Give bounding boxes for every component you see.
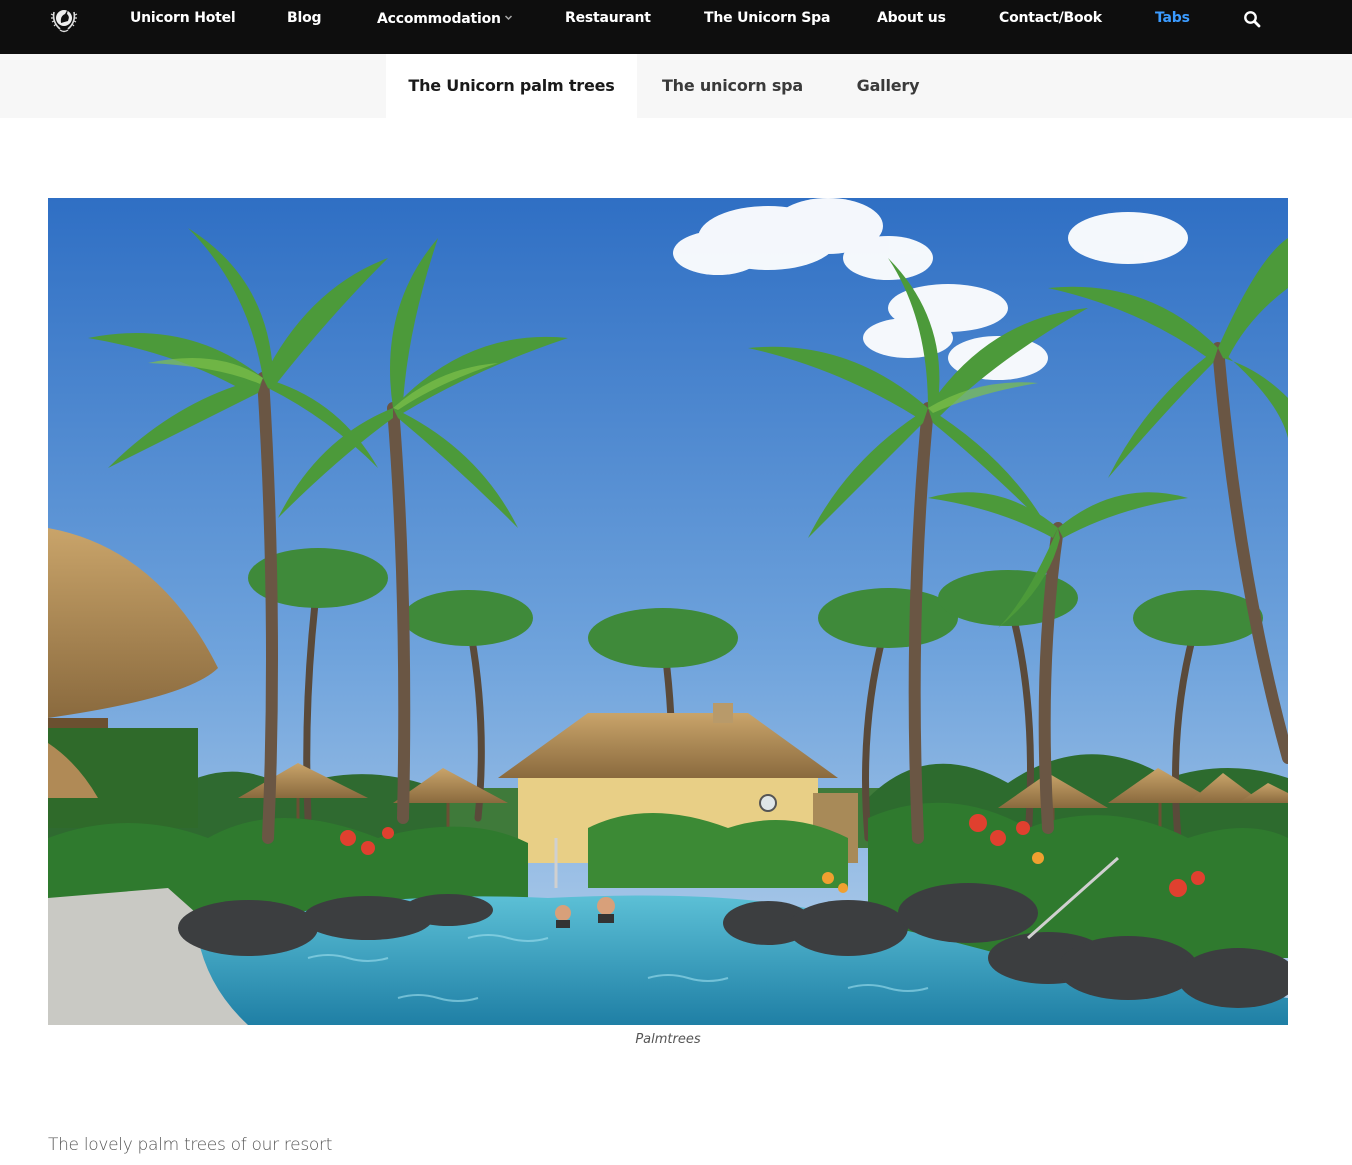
nav-item-unicorn-spa[interactable]: The Unicorn Spa [704, 10, 830, 30]
unicorn-crest-icon[interactable] [48, 2, 80, 34]
palm-trees-resort-photo [48, 198, 1288, 1025]
content-tabs-bar: The Unicorn palm trees The unicorn spa G… [0, 54, 1352, 118]
nav-item-accommodation-label: Accommodation [377, 11, 501, 27]
nav-item-accommodation[interactable]: Accommodation [377, 10, 513, 30]
nav-item-restaurant[interactable]: Restaurant [565, 10, 651, 30]
tab-gallery[interactable]: Gallery [828, 54, 948, 118]
chevron-down-icon [504, 10, 513, 21]
tab-unicorn-palm-trees[interactable]: The Unicorn palm trees [386, 54, 637, 118]
nav-item-blog[interactable]: Blog [287, 10, 322, 30]
tab-content-text: The lovely palm trees of our resort [48, 1135, 333, 1155]
tab-unicorn-spa[interactable]: The unicorn spa [637, 54, 828, 118]
nav-item-unicorn-hotel[interactable]: Unicorn Hotel [130, 10, 236, 30]
image-caption: Palmtrees [635, 1032, 701, 1047]
nav-item-tabs[interactable]: Tabs [1155, 10, 1190, 30]
nav-item-about-us[interactable]: About us [877, 10, 946, 30]
top-navigation-bar: Unicorn Hotel Blog Accommodation Restaur… [0, 0, 1352, 54]
nav-item-contact-book[interactable]: Contact/Book [999, 10, 1102, 30]
search-icon[interactable] [1243, 10, 1261, 28]
